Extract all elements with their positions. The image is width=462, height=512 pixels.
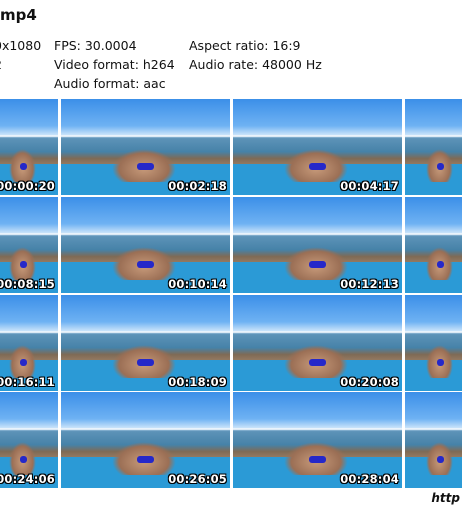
video-thumbnail xyxy=(405,392,462,488)
bikini-shape xyxy=(19,359,27,367)
horizon-line xyxy=(61,331,230,334)
horizon-line xyxy=(0,135,58,138)
horizon-line xyxy=(0,233,58,236)
bikini-shape xyxy=(436,163,444,171)
video-thumbnail xyxy=(405,99,462,195)
info-column-2: FPS: 30.0004 Video format: h264 Audio fo… xyxy=(54,36,175,93)
horizon-line xyxy=(233,428,402,431)
horizon-line xyxy=(233,233,402,236)
bikini-shape xyxy=(137,261,154,269)
horizon-line xyxy=(405,233,462,236)
bikini-shape xyxy=(309,261,326,269)
timestamp-label: 00:12:13 xyxy=(340,277,399,291)
video-thumbnail: 00:08:15 xyxy=(0,197,58,293)
timestamp-label: 00:20:08 xyxy=(340,375,399,389)
horizon-line xyxy=(61,428,230,431)
horizon-line xyxy=(61,233,230,236)
bikini-shape xyxy=(19,163,27,171)
bikini-shape xyxy=(19,456,27,464)
video-thumbnail: 00:18:09 xyxy=(61,295,230,391)
video-thumbnail: 00:12:13 xyxy=(233,197,402,293)
fps-text: FPS: 30.0004 xyxy=(54,38,137,53)
timestamp-label: 00:24:06 xyxy=(0,472,55,486)
info-text: 2 xyxy=(0,55,41,74)
info-column-3: Aspect ratio: 16:9 Audio rate: 48000 Hz xyxy=(189,36,322,74)
aspect-ratio-text: Aspect ratio: 16:9 xyxy=(189,38,301,53)
timestamp-label: 00:08:15 xyxy=(0,277,55,291)
video-thumbnail: 00:24:06 xyxy=(0,392,58,488)
horizon-line xyxy=(233,135,402,138)
video-thumbnail xyxy=(405,295,462,391)
audio-format-text: Audio format: aac xyxy=(54,76,166,91)
audio-rate-text: Audio rate: 48000 Hz xyxy=(189,57,322,72)
bikini-shape xyxy=(309,163,326,171)
video-format-text: Video format: h264 xyxy=(54,57,175,72)
bikini-shape xyxy=(436,456,444,464)
bikini-shape xyxy=(137,359,154,367)
video-thumbnail: 00:16:11 xyxy=(0,295,58,391)
video-thumbnail: 00:20:08 xyxy=(233,295,402,391)
bikini-shape xyxy=(137,456,154,464)
video-thumbnail: 00:00:20 xyxy=(0,99,58,195)
video-thumbnail xyxy=(405,197,462,293)
footer-url-text: http xyxy=(431,491,460,505)
timestamp-label: 00:04:17 xyxy=(340,179,399,193)
horizon-line xyxy=(0,428,58,431)
bikini-shape xyxy=(309,359,326,367)
horizon-line xyxy=(233,331,402,334)
resolution-text: 0x1080 xyxy=(0,38,42,53)
horizon-line xyxy=(405,428,462,431)
timestamp-label: 00:02:18 xyxy=(168,179,227,193)
info-column-1: 0x1080 2 xyxy=(0,36,41,74)
timestamp-label: 00:16:11 xyxy=(0,375,55,389)
video-thumbnail: 00:26:05 xyxy=(61,392,230,488)
timestamp-label: 00:10:14 xyxy=(168,277,227,291)
video-thumbnail: 00:28:04 xyxy=(233,392,402,488)
bikini-shape xyxy=(19,261,27,269)
horizon-line xyxy=(61,135,230,138)
thumbnail-grid: 00:00:20 00:02:18 00:04:17 00:08:15 00:10:14… xyxy=(0,99,462,490)
video-thumbnail: 00:02:18 xyxy=(61,99,230,195)
timestamp-label: 00:28:04 xyxy=(340,472,399,486)
bikini-shape xyxy=(309,456,326,464)
bikini-shape xyxy=(436,359,444,367)
timestamp-label: 00:00:20 xyxy=(0,179,55,193)
horizon-line xyxy=(405,331,462,334)
bikini-shape xyxy=(137,163,154,171)
file-title: mp4 xyxy=(0,6,37,24)
video-thumbnail: 00:10:14 xyxy=(61,197,230,293)
horizon-line xyxy=(405,135,462,138)
bikini-shape xyxy=(436,261,444,269)
timestamp-label: 00:18:09 xyxy=(168,375,227,389)
timestamp-label: 00:26:05 xyxy=(168,472,227,486)
horizon-line xyxy=(0,331,58,334)
video-thumbnail: 00:04:17 xyxy=(233,99,402,195)
